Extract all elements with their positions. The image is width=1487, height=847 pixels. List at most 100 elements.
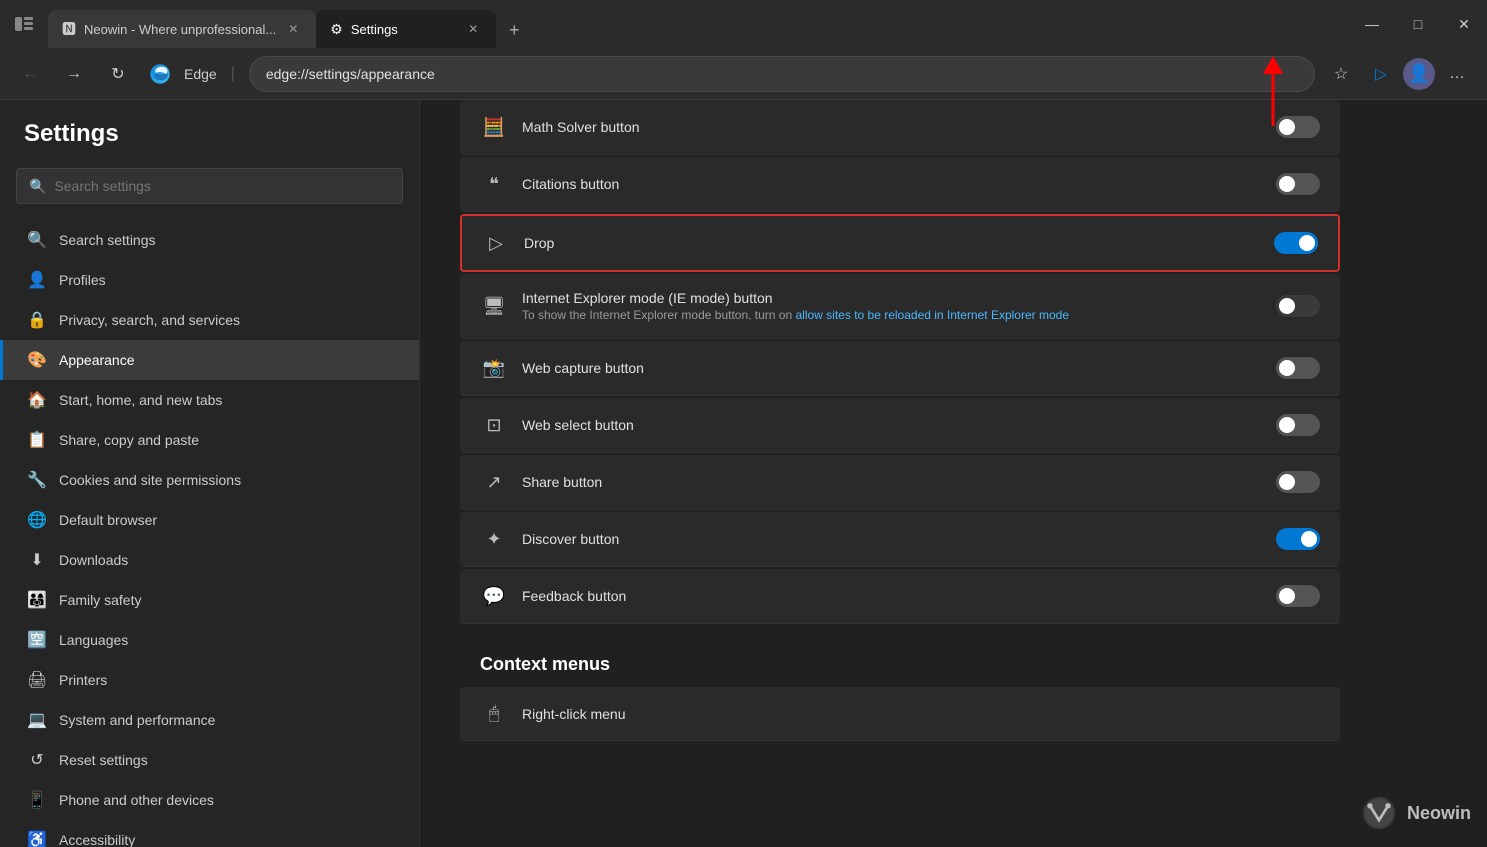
nav-label-privacy: Privacy, search, and services (59, 312, 240, 328)
row-icon-citations: ❝ (480, 174, 508, 195)
toggle-share[interactable] (1276, 471, 1320, 493)
nav-label-search: Search settings (59, 232, 156, 248)
sidebar-item-languages[interactable]: 🈳 Languages (0, 620, 419, 660)
row-label-web-select: Web select button (522, 417, 1262, 433)
edge-logo-icon (148, 62, 172, 86)
neowin-logo-icon (1361, 795, 1397, 831)
tab-settings[interactable]: ⚙ Settings ✕ (316, 10, 496, 48)
toggle-drop[interactable] (1274, 232, 1318, 254)
addressbar: ← → ↻ Edge | edge://settings/appearance … (0, 48, 1487, 100)
toggle-web-capture[interactable] (1276, 357, 1320, 379)
share-drop-icon: ▷ (1375, 64, 1387, 84)
toggle-web-select[interactable] (1276, 414, 1320, 436)
row-icon-drop: ▷ (482, 233, 510, 254)
row-icon-feedback: 💬 (480, 586, 508, 607)
nav-label-family: Family safety (59, 592, 141, 608)
sidebar-item-accessibility[interactable]: ♿ Accessibility (0, 820, 419, 847)
toggle-discover[interactable] (1276, 528, 1320, 550)
row-icon-math-solver: 🧮 (480, 117, 508, 138)
row-label-block-math-solver: Math Solver button (522, 119, 1262, 135)
sidebar-item-default[interactable]: 🌐 Default browser (0, 500, 419, 540)
search-settings-box[interactable]: 🔍 (16, 168, 403, 204)
nav-icon-start: 🏠 (27, 390, 47, 410)
settings-row-ie-mode: 🖥 Internet Explorer mode (IE mode) butto… (460, 274, 1340, 339)
sidebar-item-profiles[interactable]: 👤 Profiles (0, 260, 419, 300)
sidebar-item-search[interactable]: 🔍 Search settings (0, 220, 419, 260)
profile-button[interactable]: 👤 (1403, 58, 1435, 90)
sidebar-toggle-btn[interactable] (0, 0, 48, 48)
ie-mode-link[interactable]: allow sites to be reloaded in Internet E… (796, 308, 1070, 322)
sidebar-item-system[interactable]: 💻 System and performance (0, 700, 419, 740)
toggle-feedback[interactable] (1276, 585, 1320, 607)
tab-settings-label: Settings (351, 22, 398, 37)
toggle-math-solver[interactable] (1276, 116, 1320, 138)
toggle-ie-mode[interactable] (1276, 295, 1320, 317)
maximize-button[interactable]: □ (1395, 0, 1441, 48)
nav-label-downloads: Downloads (59, 552, 128, 568)
settings-rows: 🧮 Math Solver button ❝ Citations button … (460, 100, 1340, 624)
sidebar-item-cookies[interactable]: 🔧 Cookies and site permissions (0, 460, 419, 500)
sidebar-item-phone[interactable]: 📱 Phone and other devices (0, 780, 419, 820)
nav-icon-family: 👨‍👩‍👧 (27, 590, 47, 610)
settings-row-feedback: 💬 Feedback button (460, 569, 1340, 624)
url-bar[interactable]: edge://settings/appearance (249, 56, 1315, 92)
nav-label-reset: Reset settings (59, 752, 148, 768)
row-sublabel-ie-mode: To show the Internet Explorer mode butto… (522, 308, 1262, 322)
nav-icon-appearance: 🎨 (27, 350, 47, 370)
row-label-share: Share button (522, 474, 1262, 490)
row-label-feedback: Feedback button (522, 588, 1262, 604)
search-icon: 🔍 (29, 178, 46, 195)
row-label-block-web-capture: Web capture button (522, 360, 1262, 376)
tab-neowin[interactable]: 🅽 Neowin - Where unprofessional... ✕ (48, 10, 316, 48)
nav-label-cookies: Cookies and site permissions (59, 472, 241, 488)
sidebar-item-family[interactable]: 👨‍👩‍👧 Family safety (0, 580, 419, 620)
nav-icon-accessibility: ♿ (27, 830, 47, 847)
sidebar-item-privacy[interactable]: 🔒 Privacy, search, and services (0, 300, 419, 340)
row-label-ie-mode: Internet Explorer mode (IE mode) button (522, 290, 1262, 306)
tab-settings-close[interactable]: ✕ (464, 20, 482, 38)
favorites-icon: ☆ (1334, 64, 1348, 84)
context-menus-header: Context menus (460, 626, 1340, 687)
tab-neowin-close[interactable]: ✕ (284, 20, 302, 38)
refresh-button[interactable]: ↻ (100, 56, 136, 92)
row-icon-web-capture: 📸 (480, 358, 508, 379)
tab-settings-icon: ⚙ (330, 21, 343, 38)
nav-icon-search: 🔍 (27, 230, 47, 250)
row-icon-web-select: ⊡ (480, 415, 508, 436)
nav-label-printers: Printers (59, 672, 107, 688)
toggle-citations[interactable] (1276, 173, 1320, 195)
sidebar-item-start[interactable]: 🏠 Start, home, and new tabs (0, 380, 419, 420)
nav-icon-printers: 🖨 (27, 670, 47, 690)
nav-icon-system: 💻 (27, 710, 47, 730)
sidebar-item-printers[interactable]: 🖨 Printers (0, 660, 419, 700)
titlebar: 🅽 Neowin - Where unprofessional... ✕ ⚙ S… (0, 0, 1487, 48)
search-settings-input[interactable] (54, 178, 390, 194)
forward-button[interactable]: → (56, 56, 92, 92)
new-tab-button[interactable]: + (496, 12, 532, 48)
nav-label-system: System and performance (59, 712, 215, 728)
sidebar-item-share[interactable]: 📋 Share, copy and paste (0, 420, 419, 460)
row-label-drop: Drop (524, 235, 1260, 251)
row-icon-ie-mode: 🖥 (480, 296, 508, 317)
more-button[interactable]: … (1439, 56, 1475, 92)
settings-title: Settings (0, 120, 419, 168)
tab-neowin-icon: 🅽 (62, 19, 76, 39)
settings-sidebar: Settings 🔍 🔍 Search settings 👤 Profiles … (0, 100, 420, 847)
settings-row-drop: ▷ Drop (460, 214, 1340, 272)
neowin-watermark: Neowin (1361, 795, 1471, 831)
row-label-block-web-select: Web select button (522, 417, 1262, 433)
close-button[interactable]: ✕ (1441, 0, 1487, 48)
row-label-discover: Discover button (522, 531, 1262, 547)
sidebar-item-downloads[interactable]: ⬇ Downloads (0, 540, 419, 580)
browser-brand-label: Edge (184, 66, 217, 82)
sidebar-item-reset[interactable]: ↺ Reset settings (0, 740, 419, 780)
favorites-button[interactable]: ☆ (1323, 56, 1359, 92)
sidebar-item-appearance[interactable]: 🎨 Appearance (0, 340, 419, 380)
minimize-button[interactable]: — (1349, 0, 1395, 48)
row-label-block-ie-mode: Internet Explorer mode (IE mode) button … (522, 290, 1262, 322)
content-inner: 🧮 Math Solver button ❝ Citations button … (420, 100, 1380, 741)
row-label-block-share: Share button (522, 474, 1262, 490)
row-label-block-feedback: Feedback button (522, 588, 1262, 604)
share-drop-button[interactable]: ▷ (1363, 56, 1399, 92)
back-button[interactable]: ← (12, 56, 48, 92)
